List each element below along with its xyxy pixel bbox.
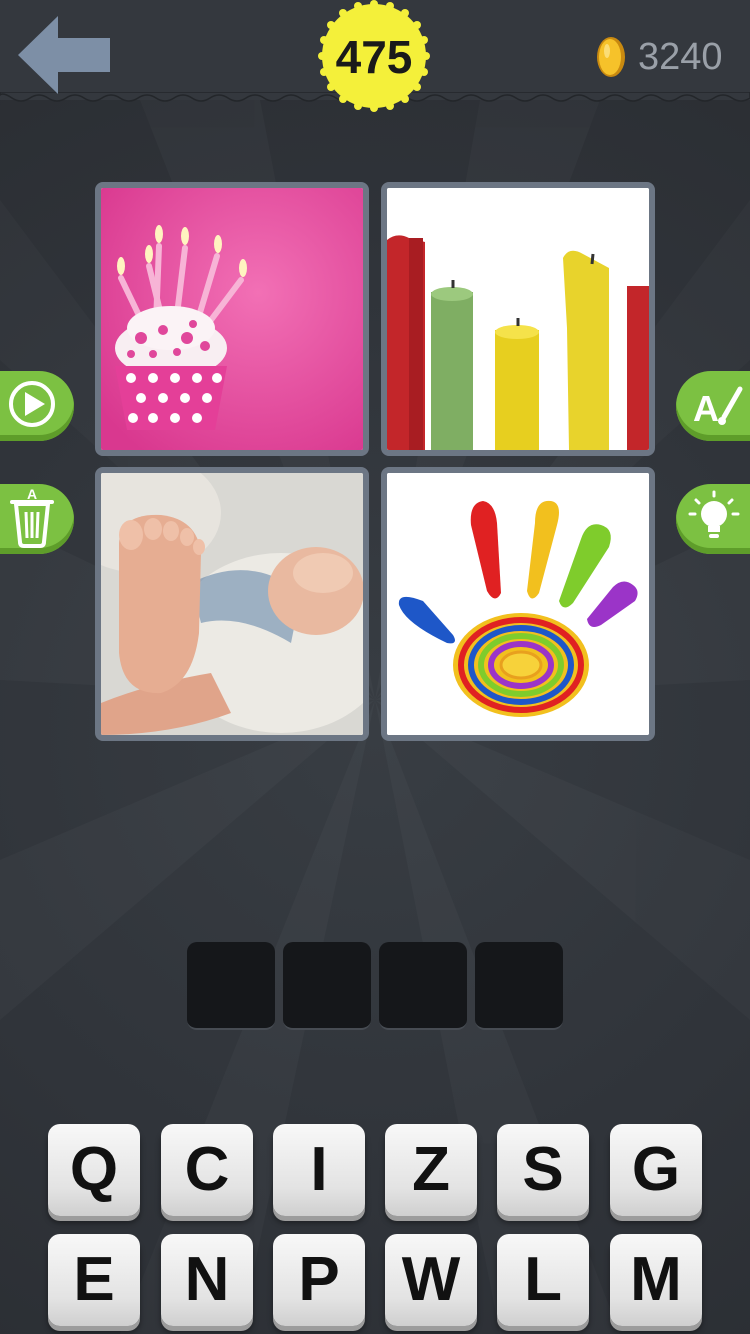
- lightbulb-hint-icon: [688, 490, 740, 538]
- picture-cupcake[interactable]: [95, 182, 369, 456]
- letter-key[interactable]: M: [610, 1234, 702, 1326]
- letter-key[interactable]: S: [497, 1124, 589, 1216]
- letter-key[interactable]: L: [497, 1234, 589, 1326]
- baby-image: [101, 473, 363, 735]
- answer-slot-4[interactable]: [475, 942, 563, 1030]
- letter-key[interactable]: W: [385, 1234, 477, 1326]
- play-icon: [9, 381, 55, 427]
- picture-painted-hand[interactable]: [381, 467, 655, 741]
- answer-slot-3[interactable]: [379, 942, 467, 1030]
- reveal-letter-button[interactable]: A: [676, 371, 750, 441]
- back-button[interactable]: [18, 16, 112, 94]
- letter-key[interactable]: N: [161, 1234, 253, 1326]
- trash-remove-letters-icon: A: [10, 486, 54, 548]
- letter-key[interactable]: P: [273, 1234, 365, 1326]
- picture-candles[interactable]: [381, 182, 655, 456]
- letter-key[interactable]: I: [273, 1124, 365, 1216]
- cupcake-image: [101, 188, 363, 450]
- letter-key[interactable]: Z: [385, 1124, 477, 1216]
- painted-hand-image: [387, 473, 649, 735]
- reveal-letter-brush-icon: A: [693, 386, 743, 429]
- picture-baby[interactable]: [95, 467, 369, 741]
- remove-letters-button[interactable]: A: [0, 484, 74, 554]
- coin-count: 3240: [638, 36, 723, 78]
- svg-text:A: A: [27, 486, 37, 502]
- answer-slot-2[interactable]: [283, 942, 371, 1030]
- answer-slot-1[interactable]: [187, 942, 275, 1030]
- letter-key[interactable]: C: [161, 1124, 253, 1216]
- level-number: 475: [335, 31, 413, 83]
- gold-coin-icon: [597, 37, 625, 77]
- back-arrow-icon: [18, 16, 110, 94]
- play-video-button[interactable]: [0, 371, 74, 441]
- hint-button[interactable]: [676, 484, 750, 554]
- letter-key[interactable]: E: [48, 1234, 140, 1326]
- letter-key[interactable]: Q: [48, 1124, 140, 1216]
- svg-text:A: A: [693, 388, 719, 429]
- game-screen: 475 3240 A A Q C I Z S G E N P W L M: [0, 0, 750, 1334]
- letter-key[interactable]: G: [610, 1124, 702, 1216]
- candles-image: [387, 188, 649, 450]
